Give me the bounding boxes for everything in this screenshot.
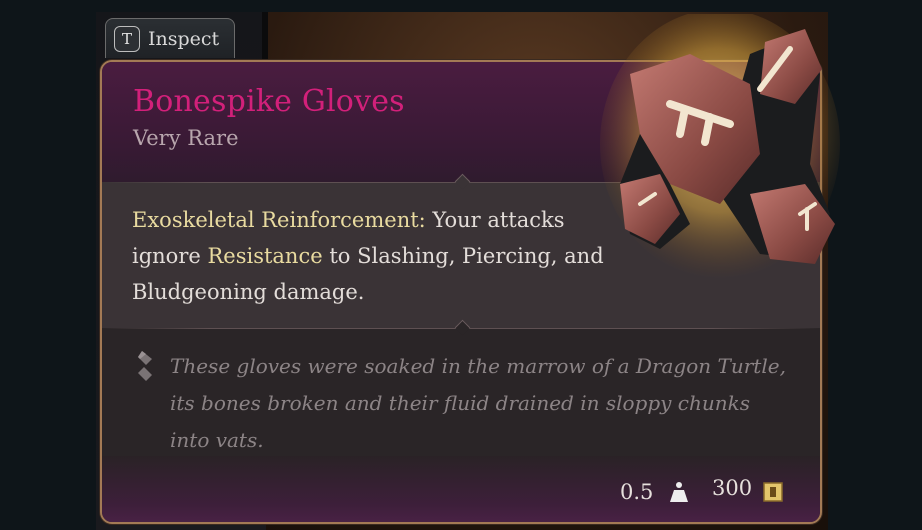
inspect-key: T	[114, 25, 140, 52]
item-description: Exoskeletal Reinforcement: Your attacks …	[132, 202, 632, 310]
inspect-prompt[interactable]: T Inspect	[105, 18, 235, 58]
resistance-link[interactable]: Resistance	[207, 244, 322, 268]
item-flavor-text: These gloves were soaked in the marrow o…	[170, 354, 786, 452]
ability-name: Exoskeletal Reinforcement:	[132, 208, 426, 232]
quill-icon	[138, 351, 152, 381]
item-rarity: Very Rare	[133, 126, 239, 150]
weight-icon	[670, 482, 688, 502]
item-name: Bonespike Gloves	[133, 84, 405, 119]
gold-coin-icon	[763, 482, 783, 502]
item-weight: 0.5	[620, 480, 654, 504]
gloves-icon	[600, 14, 840, 279]
item-price: 300	[712, 476, 753, 500]
inspect-label: Inspect	[148, 27, 220, 50]
